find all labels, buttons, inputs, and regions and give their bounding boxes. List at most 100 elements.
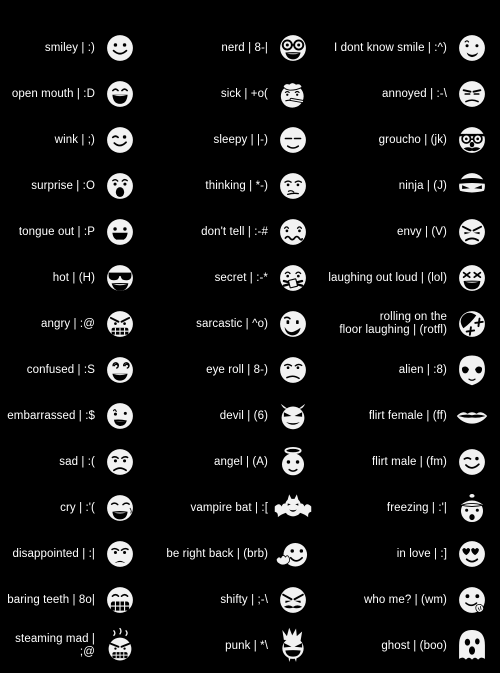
emoticon-label-group: tongue out | :P xyxy=(19,226,100,239)
sleepy-icon xyxy=(273,118,313,162)
emoticon-label: sleepy xyxy=(213,133,248,146)
emoticon-row[interactable]: steaming mad | ;@ xyxy=(0,623,160,669)
emoticon-label-group: baring teeth | 8o| xyxy=(7,594,100,607)
emoticon-label-group: hot | (H) xyxy=(53,272,100,285)
emoticon-row[interactable]: laughing out loud | (lol) xyxy=(315,255,500,301)
emoticon-label-group: vampire bat | :[ xyxy=(191,502,273,515)
emoticon-row[interactable]: ninja | (J) xyxy=(315,163,500,209)
label-code-separator: | xyxy=(74,225,84,238)
emoticon-label-group: groucho | (jk) xyxy=(379,134,452,147)
emoticon-label: thinking xyxy=(205,179,246,192)
emoticon-label-group: wink | ;) xyxy=(55,134,100,147)
emoticon-row[interactable]: angry | :@ xyxy=(0,301,160,347)
alien-icon xyxy=(452,348,492,392)
emoticon-shortcut: 8-| xyxy=(254,41,268,54)
emoticon-row[interactable]: vampire bat | :[ xyxy=(160,485,315,531)
emoticon-label: laughing out loud xyxy=(328,271,418,284)
emoticon-row[interactable]: wink | ;) xyxy=(0,117,160,163)
emoticon-row[interactable]: groucho | (jk) xyxy=(315,117,500,163)
emoticon-shortcut: :-# xyxy=(254,225,268,238)
emoticon-label-group: don't tell | :-# xyxy=(201,226,273,239)
emoticon-label-group: punk | *\ xyxy=(225,640,273,653)
emoticon-row[interactable]: smiley | :) xyxy=(0,25,160,71)
emoticon-label: smiley xyxy=(44,41,79,54)
emoticon-shortcut: :^) xyxy=(434,41,447,54)
emoticon-label-group: laughing out loud | (lol) xyxy=(328,272,452,285)
emoticon-shortcut: :'| xyxy=(438,501,447,514)
emoticon-row[interactable]: eye roll | 8-) xyxy=(160,347,315,393)
emoticon-row[interactable]: disappointed | :| xyxy=(0,531,160,577)
emoticon-label: alien xyxy=(398,363,424,376)
emoticon-row[interactable]: sleepy | |-) xyxy=(160,117,315,163)
emoticon-row[interactable]: open mouth | :D xyxy=(0,71,160,117)
emoticon-shortcut: ;) xyxy=(87,133,95,146)
emoticon-row[interactable]: flirt male | (fm) xyxy=(315,439,500,485)
emoticon-shortcut: (J) xyxy=(433,179,447,192)
emoticon-row[interactable]: angel | (A) xyxy=(160,439,315,485)
label-code-separator: | xyxy=(244,225,255,238)
column-3: I dont know smile | :^) annoyed | :-\ grou… xyxy=(315,25,500,669)
emoticon-label: envy xyxy=(396,225,422,238)
label-code-separator: | xyxy=(421,225,432,238)
emoticon-label-group: embarrassed | :$ xyxy=(7,410,100,423)
angry-icon xyxy=(100,302,140,346)
vampire-bat-icon xyxy=(273,486,313,530)
emoticon-label: confused xyxy=(26,363,75,376)
emoticon-row[interactable]: nerd | 8-| xyxy=(160,25,315,71)
emoticon-label-group: disappointed | :| xyxy=(13,548,101,561)
emoticon-row[interactable]: surprise | :O xyxy=(0,163,160,209)
emoticon-row[interactable]: ghost | (boo) xyxy=(315,623,500,669)
emoticon-shortcut: :D xyxy=(83,87,95,100)
emoticon-row[interactable]: sad | :( xyxy=(0,439,160,485)
label-code-separator: | xyxy=(78,455,88,468)
label-code-separator: | xyxy=(423,363,434,376)
laughing-out-loud-icon xyxy=(452,256,492,300)
emoticon-row[interactable]: in love | :] xyxy=(315,531,500,577)
emoticon-row[interactable]: be right back | (brb) xyxy=(160,531,315,577)
emoticon-row[interactable]: sick | +o( xyxy=(160,71,315,117)
emoticon-row[interactable]: flirt female | (ff) xyxy=(315,393,500,439)
emoticon-row[interactable]: don't tell | :-# xyxy=(160,209,315,255)
emoticon-label: be right back xyxy=(166,547,234,560)
emoticon-label-group: eye roll | 8-) xyxy=(206,364,273,377)
emoticon-shortcut: :O xyxy=(82,179,95,192)
emoticon-row[interactable]: who me? | (wm) xyxy=(315,577,500,623)
emoticon-label: devil xyxy=(219,409,244,422)
emoticon-row[interactable]: annoyed | :-\ xyxy=(315,71,500,117)
emoticon-label: who me? xyxy=(363,593,412,606)
emoticon-row[interactable]: embarrassed | :$ xyxy=(0,393,160,439)
emoticon-row[interactable]: freezing | :'| xyxy=(315,485,500,531)
emoticon-row[interactable]: confused | :S xyxy=(0,347,160,393)
label-code-separator: | xyxy=(411,593,422,606)
eye-roll-icon xyxy=(273,348,313,392)
smiley-icon xyxy=(100,26,140,70)
tongue-out-icon xyxy=(100,210,140,254)
emoticon-row[interactable]: baring teeth | 8o| xyxy=(0,577,160,623)
emoticon-row[interactable]: shifty | ;-\ xyxy=(160,577,315,623)
emoticon-row[interactable]: alien | :8) xyxy=(315,347,500,393)
emoticon-row[interactable]: thinking | *-) xyxy=(160,163,315,209)
emoticon-row[interactable]: I dont know smile | :^) xyxy=(315,25,500,71)
rotfl-icon xyxy=(452,302,492,346)
emoticon-row[interactable]: punk | *\ xyxy=(160,623,315,669)
emoticon-label-group: rolling on the floor laughing | (rotfl) xyxy=(339,311,452,337)
emoticon-shortcut: (V) xyxy=(431,225,447,238)
emoticon-row[interactable]: envy | (V) xyxy=(315,209,500,255)
emoticon-shortcut: (boo) xyxy=(419,639,447,652)
emoticon-shortcut: :8) xyxy=(433,363,447,376)
emoticon-label-group: steaming mad | ;@ xyxy=(0,633,100,659)
emoticon-row[interactable]: secret | :-* xyxy=(160,255,315,301)
emoticon-shortcut: ;@ xyxy=(79,646,95,658)
embarrassed-icon xyxy=(100,394,140,438)
emoticon-row[interactable]: rolling on the floor laughing | (rotfl) xyxy=(315,301,500,347)
emoticon-sheet: smiley | :) open mouth | :D wink | ;) surpr… xyxy=(0,0,500,673)
emoticon-row[interactable]: tongue out | :P xyxy=(0,209,160,255)
emoticon-row[interactable]: cry | :'( xyxy=(0,485,160,531)
emoticon-label-group: angry | :@ xyxy=(41,318,100,331)
emoticon-row[interactable]: hot | (H) xyxy=(0,255,160,301)
flirt-male-icon xyxy=(452,440,492,484)
in-love-icon xyxy=(452,532,492,576)
column-2: nerd | 8-| sick | +o(sleepy | |-) thinking… xyxy=(160,25,315,669)
emoticon-row[interactable]: sarcastic | ^o) xyxy=(160,301,315,347)
emoticon-row[interactable]: devil | (6) xyxy=(160,393,315,439)
